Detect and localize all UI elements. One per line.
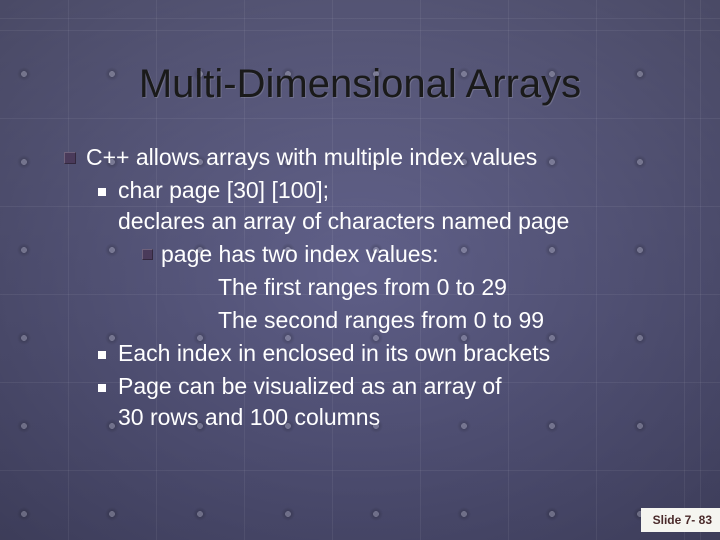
small-square-bullet-icon xyxy=(98,351,106,359)
bullet-level-3: The second ranges from 0 to 99 xyxy=(218,305,680,336)
slide-body: C++ allows arrays with multiple index va… xyxy=(64,142,680,435)
bullet-text: page has two index values: xyxy=(161,239,438,270)
bullet-text: The first ranges from 0 to 29 xyxy=(218,274,507,300)
bullet-text-block: char page [30] [100]; declares an array … xyxy=(118,175,569,237)
bullet-level-1: Page can be visualized as an array of 30… xyxy=(98,371,680,433)
bullet-level-1: char page [30] [100]; declares an array … xyxy=(98,175,680,237)
bullet-text: declares an array of characters named pa… xyxy=(118,206,569,237)
square-bullet-icon xyxy=(142,249,153,260)
bullet-text-block: Page can be visualized as an array of 30… xyxy=(118,371,502,433)
bullet-level-1: Each index in enclosed in its own bracke… xyxy=(98,338,680,369)
square-bullet-icon xyxy=(64,152,76,164)
bullet-text: char page [30] [100]; xyxy=(118,175,569,206)
small-square-bullet-icon xyxy=(98,188,106,196)
slide-number-badge: Slide 7- 83 xyxy=(641,508,720,532)
bullet-level-3: The first ranges from 0 to 29 xyxy=(218,272,680,303)
bullet-level-2: page has two index values: xyxy=(142,239,680,270)
slide-number-text: Slide 7- 83 xyxy=(653,513,712,527)
bullet-level-0: C++ allows arrays with multiple index va… xyxy=(64,142,680,173)
bullet-text: Each index in enclosed in its own bracke… xyxy=(118,338,550,369)
bullet-text: The second ranges from 0 to 99 xyxy=(218,307,544,333)
bullet-text: 30 rows and 100 columns xyxy=(118,402,502,433)
slide-title: Multi-Dimensional Arrays xyxy=(0,62,720,107)
slide: Multi-Dimensional Arrays C++ allows arra… xyxy=(0,0,720,540)
small-square-bullet-icon xyxy=(98,384,106,392)
bullet-text: Page can be visualized as an array of xyxy=(118,371,502,402)
bullet-text: C++ allows arrays with multiple index va… xyxy=(86,142,537,173)
